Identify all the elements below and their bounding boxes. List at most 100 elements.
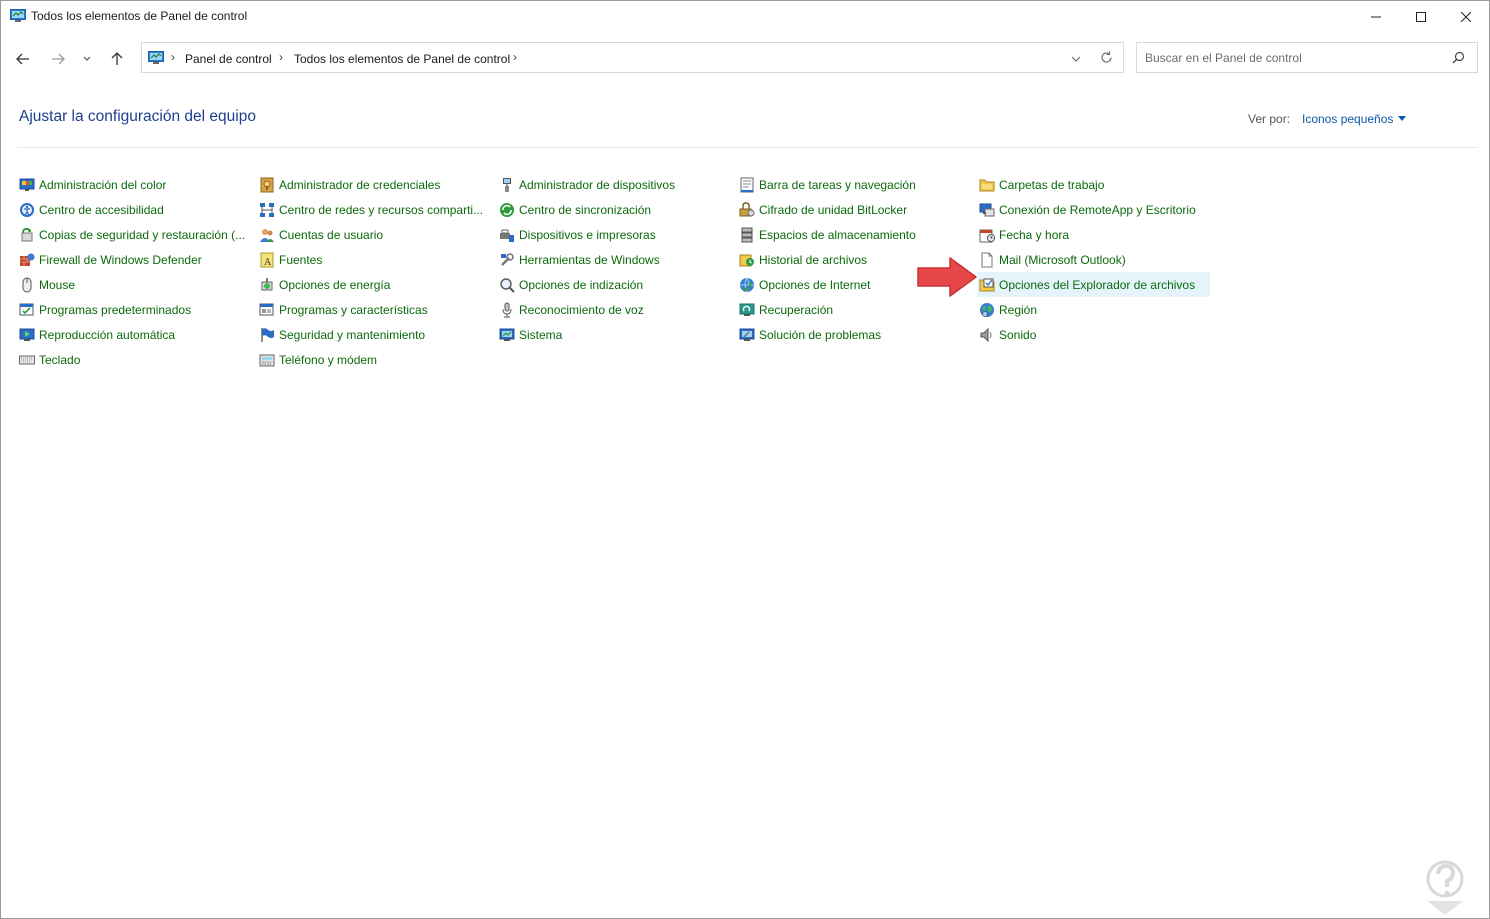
forward-button[interactable]: [44, 39, 72, 79]
recovery-icon: [739, 302, 755, 318]
control-panel-item-label[interactable]: Centro de sincronización: [519, 203, 651, 217]
caret-down-icon[interactable]: [1398, 116, 1407, 121]
control-panel-item-label[interactable]: Solución de problemas: [759, 328, 881, 342]
control-panel-item-label[interactable]: Reconocimiento de voz: [519, 303, 644, 317]
breadcrumb-separator-icon[interactable]: ›: [279, 50, 283, 64]
control-panel-item-label[interactable]: Opciones de indización: [519, 278, 643, 292]
control-panel-item-label[interactable]: Mail (Microsoft Outlook): [999, 253, 1126, 267]
control-panel-item[interactable]: Copias de seguridad y restauración (...: [17, 222, 245, 247]
minimize-button[interactable]: [1353, 1, 1399, 32]
maximize-button[interactable]: [1398, 1, 1444, 32]
control-panel-item-label[interactable]: Centro de accesibilidad: [39, 203, 164, 217]
control-panel-item-label[interactable]: Administrador de dispositivos: [519, 178, 675, 192]
control-panel-item[interactable]: Opciones del Explorador de archivos: [977, 272, 1210, 297]
control-panel-item[interactable]: Recuperación: [737, 297, 916, 322]
control-panel-item[interactable]: Teclado: [17, 347, 245, 372]
control-panel-item[interactable]: Mail (Microsoft Outlook): [977, 247, 1210, 272]
control-panel-item[interactable]: Mouse: [17, 272, 245, 297]
control-panel-item[interactable]: Dispositivos e impresoras: [497, 222, 675, 247]
control-panel-item[interactable]: Historial de archivos: [737, 247, 916, 272]
up-button[interactable]: [103, 39, 131, 79]
control-panel-item-label[interactable]: Región: [999, 303, 1037, 317]
search-box[interactable]: [1136, 42, 1478, 73]
control-panel-item-label[interactable]: Firewall de Windows Defender: [39, 253, 202, 267]
breadcrumb-todos-los-elementos[interactable]: Todos los elementos de Panel de control: [294, 52, 510, 66]
control-panel-item[interactable]: Sistema: [497, 322, 675, 347]
control-panel-item[interactable]: A Fuentes: [257, 247, 483, 272]
control-panel-item-label[interactable]: Teclado: [39, 353, 80, 367]
control-panel-item-label[interactable]: Herramientas de Windows: [519, 253, 660, 267]
control-panel-item[interactable]: Reconocimiento de voz: [497, 297, 675, 322]
back-button[interactable]: [9, 39, 37, 79]
maximize-icon: [1416, 11, 1426, 22]
control-panel-item[interactable]: Firewall de Windows Defender: [17, 247, 245, 272]
control-panel-item-label[interactable]: Opciones del Explorador de archivos: [999, 278, 1195, 292]
control-panel-item[interactable]: Opciones de Internet: [737, 272, 916, 297]
control-panel-item-label[interactable]: Fecha y hora: [999, 228, 1069, 242]
control-panel-item[interactable]: Cuentas de usuario: [257, 222, 483, 247]
control-panel-item[interactable]: Administrador de credenciales: [257, 172, 483, 197]
control-panel-item-label[interactable]: Opciones de Internet: [759, 278, 870, 292]
control-panel-item-label[interactable]: Cuentas de usuario: [279, 228, 383, 242]
security-flag-icon: [259, 327, 275, 343]
control-panel-item-label[interactable]: Sistema: [519, 328, 562, 342]
close-button[interactable]: [1443, 1, 1489, 32]
control-panel-item[interactable]: Teléfono y módem: [257, 347, 483, 372]
view-by-value[interactable]: Iconos pequeños: [1302, 112, 1393, 126]
control-panel-item[interactable]: Conexión de RemoteApp y Escritorio: [977, 197, 1210, 222]
control-panel-item-label[interactable]: Copias de seguridad y restauración (...: [39, 228, 245, 242]
control-panel-item[interactable]: Administración del color: [17, 172, 245, 197]
control-panel-item-label[interactable]: Programas predeterminados: [39, 303, 191, 317]
breadcrumb-separator-icon[interactable]: ›: [513, 50, 517, 64]
refresh-button[interactable]: [1100, 51, 1113, 69]
items-column-3: Administrador de dispositivos Centro de s…: [497, 172, 675, 347]
recent-locations-button[interactable]: [75, 39, 99, 79]
control-panel-item[interactable]: Herramientas de Windows: [497, 247, 675, 272]
control-panel-item-label[interactable]: Espacios de almacenamiento: [759, 228, 916, 242]
control-panel-item-label[interactable]: Administración del color: [39, 178, 166, 192]
control-panel-item[interactable]: Programas predeterminados: [17, 297, 245, 322]
search-icon[interactable]: [1452, 51, 1465, 69]
control-panel-item[interactable]: Región: [977, 297, 1210, 322]
control-panel-item-label[interactable]: Dispositivos e impresoras: [519, 228, 656, 242]
control-panel-item-label[interactable]: Programas y características: [279, 303, 428, 317]
search-input[interactable]: [1145, 49, 1435, 67]
control-panel-item-label[interactable]: Cifrado de unidad BitLocker: [759, 203, 907, 217]
control-panel-item[interactable]: Opciones de indización: [497, 272, 675, 297]
title-bar[interactable]: Todos los elementos de Panel de control: [1, 1, 1489, 32]
control-panel-item[interactable]: Solución de problemas: [737, 322, 916, 347]
control-panel-item-label[interactable]: Carpetas de trabajo: [999, 178, 1104, 192]
control-panel-item[interactable]: Centro de accesibilidad: [17, 197, 245, 222]
control-panel-item-label[interactable]: Mouse: [39, 278, 75, 292]
control-panel-item[interactable]: Administrador de dispositivos: [497, 172, 675, 197]
view-by-dropdown[interactable]: Iconos pequeños: [1302, 112, 1407, 126]
breadcrumb-panel-de-control[interactable]: Panel de control: [185, 52, 272, 66]
control-panel-item-label[interactable]: Opciones de energía: [279, 278, 390, 292]
control-panel-item[interactable]: Opciones de energía: [257, 272, 483, 297]
control-panel-item-label[interactable]: Reproducción automática: [39, 328, 175, 342]
control-panel-item[interactable]: Reproducción automática: [17, 322, 245, 347]
control-panel-item-label[interactable]: Conexión de RemoteApp y Escritorio: [999, 203, 1196, 217]
control-panel-item-label[interactable]: Recuperación: [759, 303, 833, 317]
control-panel-item-label[interactable]: Teléfono y módem: [279, 353, 377, 367]
control-panel-item[interactable]: Seguridad y mantenimiento: [257, 322, 483, 347]
control-panel-item-label[interactable]: Administrador de credenciales: [279, 178, 440, 192]
control-panel-item-label[interactable]: Barra de tareas y navegación: [759, 178, 916, 192]
control-panel-item-label[interactable]: Historial de archivos: [759, 253, 867, 267]
control-panel-item-label[interactable]: Fuentes: [279, 253, 322, 267]
control-panel-item[interactable]: Barra de tareas y navegación: [737, 172, 916, 197]
control-panel-item[interactable]: Programas y características: [257, 297, 483, 322]
control-panel-item[interactable]: Espacios de almacenamiento: [737, 222, 916, 247]
control-panel-item[interactable]: Fecha y hora: [977, 222, 1210, 247]
control-panel-item[interactable]: Centro de sincronización: [497, 197, 675, 222]
control-panel-item[interactable]: Cifrado de unidad BitLocker: [737, 197, 916, 222]
control-panel-item-label[interactable]: Seguridad y mantenimiento: [279, 328, 425, 342]
phone-modem-icon: [259, 352, 275, 368]
address-history-dropdown[interactable]: [1071, 51, 1081, 69]
control-panel-item-label[interactable]: Centro de redes y recursos comparti...: [279, 203, 483, 217]
control-panel-item[interactable]: Sonido: [977, 322, 1210, 347]
control-panel-item-label[interactable]: Sonido: [999, 328, 1036, 342]
control-panel-item[interactable]: Carpetas de trabajo: [977, 172, 1210, 197]
control-panel-item[interactable]: Centro de redes y recursos comparti...: [257, 197, 483, 222]
address-bar[interactable]: › Panel de control › Todos los elementos…: [141, 42, 1124, 73]
